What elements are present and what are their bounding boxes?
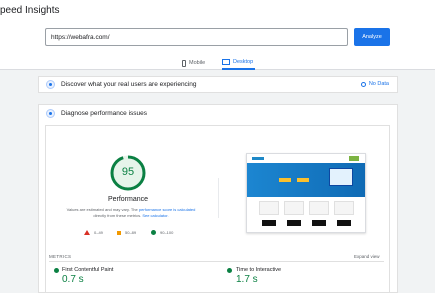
users-icon: [46, 80, 55, 89]
page-screenshot-thumbnail: [246, 153, 366, 233]
score-calculated-link[interactable]: performance score is calculated: [139, 207, 195, 212]
legend-good: 90–100: [151, 230, 173, 235]
metrics-heading: METRICS: [49, 254, 72, 259]
expand-view-toggle[interactable]: Expand view: [354, 254, 380, 259]
good-circle-icon: [54, 268, 59, 273]
legend-poor-label: 0–49: [94, 230, 103, 235]
thumbnail-logo: [252, 157, 264, 160]
legend-average: 50–89: [117, 230, 136, 235]
metric-tti-name: Time to Interactive: [236, 267, 282, 273]
metric-tti-value: 1.7 s: [236, 274, 258, 285]
analyze-button[interactable]: Analyze: [354, 28, 390, 46]
tab-desktop[interactable]: Desktop: [222, 56, 256, 70]
performance-label: Performance: [107, 196, 149, 203]
header-bar: peed Insights: [0, 0, 435, 22]
thumbnail-button: [337, 220, 351, 226]
metric-fcp-name: First Contentful Paint: [62, 267, 114, 273]
no-data-label: No Data: [368, 81, 389, 87]
field-data-card[interactable]: Discover what your real users are experi…: [38, 76, 398, 93]
thumbnail-monitor-image: [329, 168, 353, 186]
disclaimer-prefix: Values are estimated and may vary. The: [66, 207, 138, 212]
tab-mobile-label: Mobile: [189, 59, 206, 66]
tab-desktop-label: Desktop: [233, 58, 254, 65]
good-circle-icon: [227, 268, 232, 273]
report-divider: [218, 178, 219, 218]
disclaimer-mid: directly from these metrics.: [93, 213, 142, 218]
legend-good-label: 90–100: [160, 230, 174, 235]
performance-score: 95: [121, 166, 135, 178]
metric-fcp-value: 0.7 s: [62, 274, 84, 285]
thumbnail-button: [312, 220, 326, 226]
diagnose-title: Diagnose performance issues: [61, 110, 147, 117]
see-calculator-link[interactable]: See calculator.: [142, 213, 168, 218]
circle-icon: [151, 230, 156, 235]
info-icon: [360, 81, 366, 87]
thumbnail-badge: [349, 156, 359, 161]
thumbnail-hero-button: [279, 178, 291, 182]
thumbnail-button: [287, 220, 301, 226]
metrics-divider: [49, 261, 384, 262]
thumbnail-feature: [334, 201, 354, 215]
tab-mobile[interactable]: Mobile: [182, 56, 205, 70]
legend-poor: 0–49: [84, 230, 103, 235]
square-icon: [117, 230, 121, 235]
desktop-icon: [222, 59, 230, 65]
thumbnail-button: [262, 220, 276, 226]
mobile-icon: [182, 59, 186, 67]
app-title: peed Insights: [0, 5, 60, 16]
thumbnail-hero-button: [297, 178, 309, 182]
legend-average-label: 50–89: [125, 230, 137, 235]
triangle-icon: [84, 230, 90, 235]
lab-icon: [46, 109, 55, 118]
field-data-title: Discover what your real users are experi…: [61, 81, 197, 88]
device-tabs: [0, 56, 435, 70]
thumbnail-feature: [309, 201, 329, 215]
no-data-indicator[interactable]: No Data: [360, 81, 389, 87]
url-input[interactable]: [45, 28, 348, 46]
score-disclaimer: Values are estimated and may vary. The p…: [56, 207, 206, 219]
thumbnail-feature: [284, 201, 304, 215]
thumbnail-feature: [259, 201, 279, 215]
